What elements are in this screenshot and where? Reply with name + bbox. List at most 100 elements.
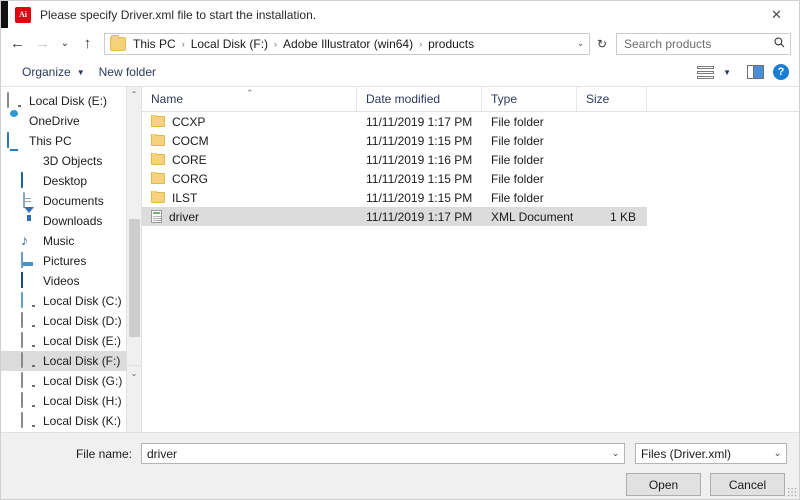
- cloud-icon: [7, 113, 23, 129]
- sidebar-item-videos[interactable]: Videos: [1, 271, 141, 291]
- table-row[interactable]: ILST 11/11/2019 1:15 PM File folder: [142, 188, 799, 207]
- breadcrumb-separator[interactable]: ›: [271, 39, 280, 49]
- sidebar-item-music[interactable]: ♪ Music: [1, 231, 141, 251]
- cube-icon: [21, 153, 37, 169]
- cell-date-modified: 11/11/2019 1:17 PM: [366, 209, 473, 224]
- sidebar-item-documents[interactable]: Documents: [1, 191, 141, 211]
- refresh-icon[interactable]: ↻: [590, 33, 614, 55]
- table-row[interactable]: driver 11/11/2019 1:17 PM XML Document 1 KB: [142, 207, 647, 226]
- cell-date-modified: 11/11/2019 1:15 PM: [366, 190, 473, 205]
- desktop-icon: [21, 172, 37, 189]
- scrollbar-thumb[interactable]: [129, 219, 140, 337]
- breadcrumb-separator[interactable]: ›: [416, 39, 425, 49]
- breadcrumb-separator[interactable]: ›: [179, 39, 188, 49]
- sidebar-item-local-disk-e[interactable]: Local Disk (E:): [1, 331, 141, 351]
- table-row[interactable]: CCXP 11/11/2019 1:17 PM File folder: [142, 112, 799, 131]
- cell-name: ILST: [142, 190, 357, 205]
- navigation-pane: Local Disk (E:) OneDrive This PC 3D Objects…: [1, 87, 142, 432]
- organize-button[interactable]: Organize ▼: [15, 62, 92, 82]
- picture-icon: [21, 252, 37, 269]
- sidebar-item-onedrive[interactable]: OneDrive: [1, 111, 141, 131]
- sidebar-item-label: 3D Objects: [43, 154, 103, 168]
- sidebar-item-label: Videos: [43, 274, 80, 288]
- sidebar-item-local-disk-f[interactable]: Local Disk (F:): [1, 351, 141, 371]
- cell-type: XML Document: [491, 209, 574, 224]
- help-icon[interactable]: ?: [773, 64, 789, 80]
- file-list-rows: CCXP 11/11/2019 1:17 PM File folder COCM 11/…: [142, 112, 799, 226]
- sidebar-item-label: This PC: [29, 134, 72, 148]
- file-type-filter[interactable]: Files (Driver.xml) ⌄: [635, 443, 787, 464]
- search-input[interactable]: Search products: [616, 32, 791, 55]
- sidebar-item-label: OneDrive: [29, 114, 80, 128]
- sidebar-item-local-disk-e[interactable]: Local Disk (E:): [1, 91, 141, 111]
- chevron-down-icon[interactable]: ⌄: [572, 38, 589, 49]
- music-icon: ♪: [21, 232, 28, 248]
- scroll-up-icon[interactable]: ⌃: [127, 87, 141, 102]
- sidebar-item-3d-objects[interactable]: 3D Objects: [1, 151, 141, 171]
- sidebar-scrollbar[interactable]: ⌃ ⌄: [126, 87, 141, 432]
- filename-value[interactable]: driver: [142, 447, 607, 461]
- close-icon[interactable]: ✕: [754, 1, 799, 28]
- breadcrumb-item-adobe-illustrator[interactable]: Adobe Illustrator (win64): [280, 36, 416, 52]
- sidebar-item-desktop[interactable]: Desktop: [1, 171, 141, 191]
- recent-locations-button[interactable]: ⌄: [55, 32, 75, 56]
- preview-pane-icon[interactable]: [747, 65, 764, 79]
- breadcrumb-item-this-pc[interactable]: This PC: [130, 36, 179, 52]
- sidebar-item-local-disk-c[interactable]: Local Disk (C:): [1, 291, 141, 311]
- up-button[interactable]: ↑: [75, 32, 100, 56]
- sidebar-item-this-pc[interactable]: This PC: [1, 131, 141, 151]
- sidebar-item-label: Local Disk (C:): [43, 294, 122, 308]
- forward-button: →: [35, 35, 50, 52]
- cell-date-modified: 11/11/2019 1:17 PM: [366, 114, 473, 129]
- window-left-edge: [1, 1, 8, 28]
- chevron-down-icon[interactable]: ⌄: [607, 448, 624, 459]
- sidebar-item-label: Desktop: [43, 174, 88, 188]
- chevron-down-icon[interactable]: ⌄: [769, 448, 786, 459]
- view-list-icon: [697, 65, 715, 79]
- navigation-bar: ← → ⌄ ↑ This PC › Local Disk (F:) › Adob…: [1, 29, 799, 58]
- cancel-button[interactable]: Cancel: [710, 473, 785, 496]
- address-bar[interactable]: This PC › Local Disk (F:) › Adobe Illust…: [104, 32, 590, 55]
- table-row[interactable]: COCM 11/11/2019 1:15 PM File folder: [142, 131, 799, 150]
- drive-icon: [21, 352, 37, 369]
- table-row[interactable]: CORG 11/11/2019 1:15 PM File folder: [142, 169, 799, 188]
- folder-icon: [151, 133, 165, 146]
- search-icon[interactable]: [768, 36, 790, 51]
- sidebar-item-local-disk-k[interactable]: Local Disk (K:): [1, 411, 141, 431]
- filename-input[interactable]: driver ⌄: [141, 443, 625, 464]
- breadcrumb-item-products[interactable]: products: [425, 36, 477, 52]
- cell-name: CORE: [142, 152, 357, 167]
- sidebar-item-local-disk-d[interactable]: Local Disk (D:): [1, 311, 141, 331]
- column-header-size[interactable]: Size: [577, 87, 647, 111]
- cell-type: File folder: [491, 171, 544, 186]
- chevron-down-icon: ▼: [723, 67, 731, 77]
- dialog-buttons: Open Cancel: [1, 464, 799, 496]
- table-row[interactable]: CORE 11/11/2019 1:16 PM File folder: [142, 150, 799, 169]
- file-name-label: CORG: [172, 171, 208, 186]
- new-folder-button[interactable]: New folder: [92, 62, 163, 82]
- sidebar-item-local-disk-g[interactable]: Local Disk (G:): [1, 371, 141, 391]
- sidebar-item-local-disk-h[interactable]: Local Disk (H:): [1, 391, 141, 411]
- breadcrumb-item-local-disk-f[interactable]: Local Disk (F:): [188, 36, 271, 52]
- file-list-header: Name Date modified Type Size ⌃: [142, 87, 799, 112]
- cell-type: File folder: [491, 190, 544, 205]
- back-button[interactable]: ←: [5, 32, 30, 56]
- organize-label: Organize: [22, 65, 71, 79]
- search-placeholder: Search products: [624, 36, 712, 51]
- cell-name: driver: [142, 210, 357, 224]
- filename-row: File name: driver ⌄ Files (Driver.xml) ⌄: [1, 433, 799, 464]
- open-button[interactable]: Open: [626, 473, 701, 496]
- sidebar-item-label: Local Disk (E:): [43, 334, 122, 348]
- sidebar-item-pictures[interactable]: Pictures: [1, 251, 141, 271]
- view-mode-button[interactable]: ▼: [690, 63, 738, 82]
- cell-name: CCXP: [142, 114, 357, 129]
- scroll-down-icon[interactable]: ⌄: [127, 365, 141, 432]
- sidebar-item-downloads[interactable]: Downloads: [1, 207, 141, 231]
- column-header-type[interactable]: Type: [482, 87, 577, 111]
- cell-date-modified: 11/11/2019 1:15 PM: [366, 171, 473, 186]
- sidebar-item-label: Local Disk (K:): [43, 414, 122, 428]
- file-name-label: driver: [169, 209, 200, 224]
- column-header-date-modified[interactable]: Date modified: [357, 87, 482, 111]
- resize-grip[interactable]: [787, 487, 797, 497]
- xml-document-icon: [151, 210, 162, 223]
